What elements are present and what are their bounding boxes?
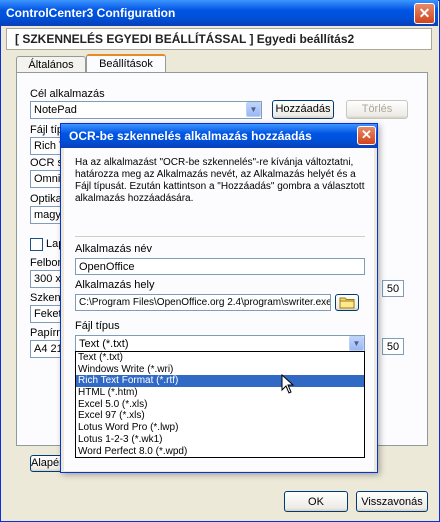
- list-item[interactable]: Text (*.txt): [76, 352, 364, 364]
- file-type-dropdown-list[interactable]: Text (*.txt) Windows Write (*.wri) Rich …: [75, 351, 365, 458]
- chevron-down-icon[interactable]: ▼: [349, 336, 364, 351]
- list-item[interactable]: HTML (*.htm): [76, 387, 364, 399]
- list-item[interactable]: Word Perfect 8.0 (*.wpd): [76, 446, 364, 458]
- app-path-label: Alkalmazás hely: [75, 279, 155, 291]
- target-app-value: NotePad: [34, 104, 77, 116]
- list-item[interactable]: Windows Write (*.wri): [76, 364, 364, 376]
- app-name-value: OpenOffice: [79, 261, 135, 273]
- window-title: ControlCenter3 Configuration: [6, 6, 176, 20]
- config-header: [ SZKENNELÉS EGYEDI BEÁLLÍTÁSSAL ] Egyed…: [6, 28, 432, 50]
- list-item[interactable]: Rich Text Format (*.rtf): [76, 375, 364, 388]
- target-app-label: Cél alkalmazás: [30, 88, 105, 100]
- tab-settings[interactable]: Beállítások: [86, 54, 166, 74]
- app-path-input[interactable]: C:\Program Files\OpenOffice.org 2.4\prog…: [75, 294, 331, 311]
- close-icon: ✕: [361, 127, 372, 142]
- cancel-button[interactable]: Visszavonás: [356, 491, 428, 512]
- delete-button[interactable]: Törlés: [346, 100, 408, 119]
- list-item[interactable]: Lotus Word Pro (*.lwp): [76, 422, 364, 434]
- ocr-language-select[interactable]: magyar: [30, 206, 64, 224]
- brightness-value-field[interactable]: 50: [382, 280, 404, 297]
- window-close-button[interactable]: ✕: [414, 3, 435, 24]
- paper-size-select[interactable]: A4 210: [30, 340, 64, 358]
- mouse-cursor-icon: [281, 374, 295, 394]
- list-item[interactable]: Excel 5.0 (*.xls): [76, 399, 364, 411]
- browse-button[interactable]: [335, 294, 359, 311]
- tab-settings-label: Beállítások: [99, 58, 153, 70]
- window-titlebar: ControlCenter3 Configuration: [0, 0, 438, 26]
- add-ocr-app-dialog: OCR-be szkennelés alkalmazás hozzáadás ✕…: [60, 123, 378, 473]
- dialog-file-type-value: Text (*.txt): [79, 338, 129, 350]
- dialog-title: OCR-be szkennelés alkalmazás hozzáadás: [69, 129, 312, 143]
- dialog-file-type-select[interactable]: Text (*.txt): [75, 335, 365, 352]
- tab-general-label: Általános: [28, 59, 74, 71]
- dialog-divider: [75, 236, 365, 237]
- dialog-description: Ha az alkalmazást "OCR-be szkennelés"-re…: [75, 157, 365, 204]
- chevron-down-icon[interactable]: ▼: [246, 102, 261, 117]
- target-app-select[interactable]: NotePad: [30, 101, 262, 119]
- file-type-select[interactable]: Rich T: [30, 137, 64, 155]
- app-name-input[interactable]: OpenOffice: [75, 258, 365, 275]
- close-icon: ✕: [418, 5, 431, 21]
- ok-button[interactable]: OK: [284, 491, 348, 512]
- folder-icon: [339, 297, 355, 309]
- list-item[interactable]: Excel 97 (*.xls): [76, 410, 364, 422]
- app-path-value: C:\Program Files\OpenOffice.org 2.4\prog…: [79, 297, 331, 308]
- dialog-titlebar: OCR-be szkennelés alkalmazás hozzáadás: [61, 124, 377, 148]
- contrast-value-field[interactable]: 50: [382, 338, 404, 355]
- duplex-checkbox[interactable]: [30, 238, 43, 251]
- contrast-value: 50: [386, 341, 400, 353]
- resolution-select[interactable]: 300 x 3: [30, 270, 64, 288]
- brightness-value: 50: [386, 283, 400, 295]
- dialog-close-button[interactable]: ✕: [357, 126, 376, 145]
- list-item[interactable]: Lotus 1-2-3 (*.wk1): [76, 434, 364, 446]
- add-button[interactable]: Hozzáadás: [272, 100, 334, 119]
- ocr-select[interactable]: OmniP: [30, 170, 64, 188]
- app-name-label: Alkalmazás név: [75, 243, 153, 255]
- scan-type-select[interactable]: Fekete: [30, 305, 64, 323]
- dialog-file-type-label: Fájl típus: [75, 320, 120, 332]
